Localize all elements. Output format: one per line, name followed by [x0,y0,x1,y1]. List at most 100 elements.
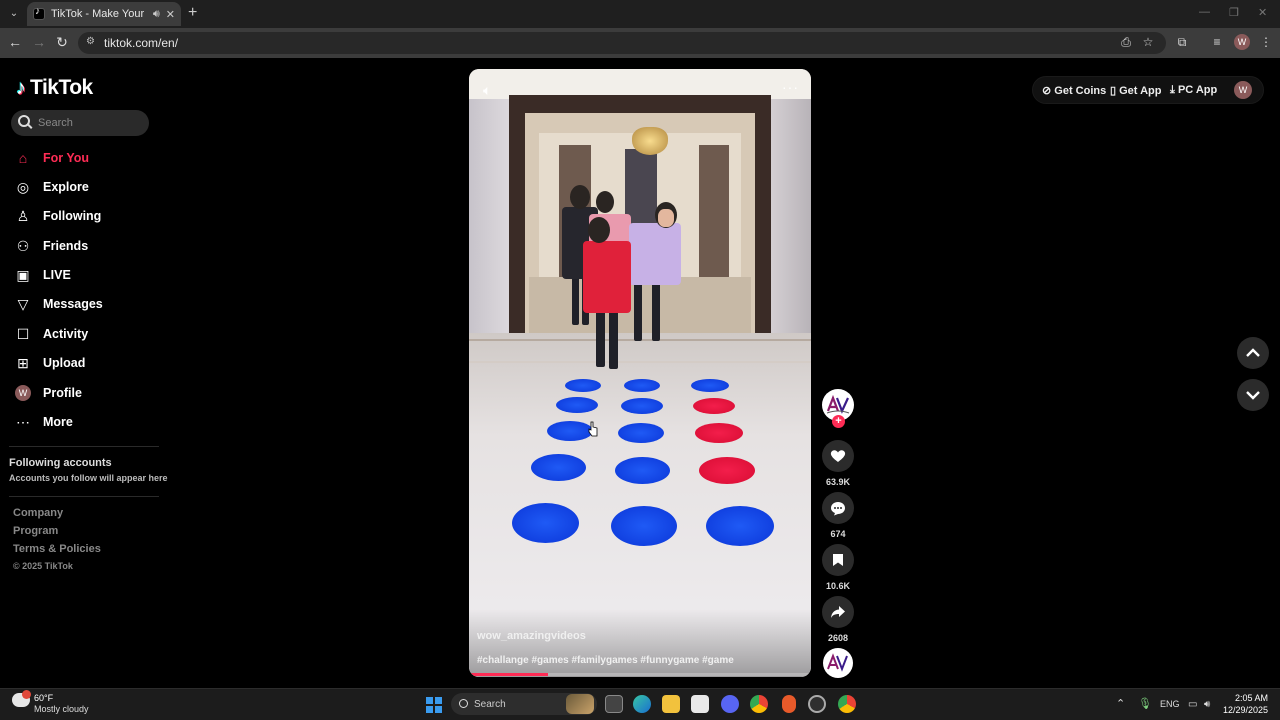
video-person-leg [652,279,660,341]
video-more-icon[interactable]: ··· [782,79,799,95]
clock-date[interactable]: 12/29/2025 [1222,705,1268,715]
chevron-up-icon [1246,348,1260,357]
store-icon[interactable] [691,695,709,713]
pc-app-button[interactable]: ⤓ PC App [1170,84,1217,97]
media-control-icon[interactable]: ≡ [1209,35,1225,49]
sidebar-item-label: More [43,415,73,429]
video-person-leg [634,279,642,341]
sidebar-item-upload[interactable]: ⊞ Upload [15,352,85,374]
sidebar-item-for-you[interactable]: ⌂ For You [15,147,89,169]
previous-video-button[interactable] [1237,337,1269,369]
maximize-icon[interactable]: ❐ [1229,6,1239,19]
tiktok-logo[interactable]: ♪ TikTok [16,76,93,100]
site-info-icon[interactable]: ⚙ [86,36,95,47]
sidebar-item-activity[interactable]: ☐ Activity [15,323,88,345]
back-icon[interactable]: ← [6,33,24,51]
obs-icon[interactable] [808,695,826,713]
edge-icon[interactable] [633,695,651,713]
volume-icon[interactable]: 🔈︎ [483,82,491,99]
compass-icon: ◎ [16,179,30,195]
screen: ⌄ TikTok - Make Your Day 🔊︎ ✕ + — ❐ ✕ ← … [0,0,1280,720]
clock-time[interactable]: 2:05 AM [1232,693,1268,703]
speaker-icon[interactable]: 🔊︎ [153,8,160,21]
comment-button[interactable] [822,492,854,524]
network-icon[interactable]: ▭ [1188,699,1197,710]
address-bar[interactable] [78,32,1166,54]
sidebar-item-label: Following [43,209,102,223]
like-count: 63.9K [825,477,851,487]
sidebar-item-explore[interactable]: ◎ Explore [15,176,89,198]
share-count: 2608 [827,633,849,643]
sidebar-item-label: Explore [43,180,89,194]
sidebar-item-following[interactable]: ♙ Following [15,205,102,227]
reload-icon[interactable]: ↻ [53,33,71,51]
chrome-profile-icon[interactable] [838,695,856,713]
language-indicator[interactable]: ENG [1160,699,1180,709]
sidebar-item-friends[interactable]: ⚇ Friends [15,235,88,257]
search-input[interactable] [11,110,149,136]
more-icon: ⋯ [16,414,30,430]
mic-tray-icon[interactable]: 🎙︎ [1138,697,1152,710]
sidebar-divider [9,446,159,447]
share-button[interactable] [822,596,854,628]
video-scene-floor-line [469,361,811,363]
browser-profile-avatar[interactable]: W [1234,34,1250,50]
new-tab-icon[interactable]: + [188,5,197,21]
tray-overflow-icon[interactable]: ⌃ [1116,697,1125,710]
footer-link-company[interactable]: Company [13,507,63,519]
video-person-head [588,217,610,243]
video-progress-bar[interactable] [469,673,811,676]
video-hashtags[interactable]: #challange #games #familygames #funnygam… [477,655,734,666]
discord-icon[interactable] [721,695,739,713]
file-explorer-icon[interactable] [662,695,680,713]
activity-icon: ☐ [16,326,30,342]
hand-cursor-icon [588,421,598,437]
floor-dot-blue [565,379,601,392]
bookmark-icon [833,554,843,566]
weather-temperature[interactable]: 60°F [34,693,53,703]
taskbar-highlight-icon[interactable] [566,694,594,714]
sidebar-item-messages[interactable]: ▽ Messages [15,293,103,315]
tab-search-icon[interactable]: ⌄ [6,6,22,22]
sidebar-item-live[interactable]: ▣ LIVE [15,264,70,286]
music-disc-avatar[interactable] [823,648,853,678]
get-coins-button[interactable]: ⊘ Get Coins [1042,84,1106,97]
install-app-icon[interactable]: ⎙ [1118,35,1134,50]
volume-tray-icon[interactable]: 🔊︎ [1204,699,1210,710]
footer-link-terms[interactable]: Terms & Policies [13,543,101,555]
footer-link-program[interactable]: Program [13,525,58,537]
follow-plus-button[interactable]: + [832,415,845,428]
extensions-icon[interactable]: ⧉ [1174,35,1190,50]
browser-menu-icon[interactable]: ⋮ [1258,35,1274,49]
url-text[interactable]: tiktok.com/en/ [104,36,178,50]
chevron-down-icon [1246,391,1260,400]
task-view-icon[interactable] [605,695,623,713]
like-button[interactable] [822,440,854,472]
share-arrow-icon [831,606,845,618]
get-app-button[interactable]: ▯ Get App [1110,84,1162,97]
next-video-button[interactable] [1237,379,1269,411]
minimize-icon[interactable]: — [1199,6,1210,18]
video-author[interactable]: wow_amazingvideos [477,630,586,642]
sidebar-item-more[interactable]: ⋯ More [15,411,73,433]
coin-icon: ⊘ [1042,85,1052,97]
browser-tab[interactable]: TikTok - Make Your Day 🔊︎ ✕ [27,2,181,26]
save-button[interactable] [822,544,854,576]
user-avatar[interactable]: W [1234,81,1252,99]
chrome-icon[interactable] [750,695,768,713]
video-person-face [658,209,674,227]
windows-start-icon[interactable] [426,697,442,713]
sidebar-item-profile[interactable]: W Profile [15,382,82,404]
window-close-icon[interactable]: ✕ [1258,6,1267,19]
video-person-boy-lavender [629,223,681,285]
tab-title: TikTok - Make Your Day [51,8,147,20]
weather-description[interactable]: Mostly cloudy [34,704,89,714]
close-icon[interactable]: ✕ [166,8,175,21]
save-count: 10.6K [825,581,851,591]
video-player[interactable]: 🔈︎ ··· wow_amazingvideos #challange #gam… [469,69,811,677]
bookmark-star-icon[interactable]: ☆ [1140,35,1156,49]
heart-icon [830,450,846,462]
forward-icon[interactable]: → [30,33,48,51]
floor-dot-blue [618,423,664,443]
microphone-app-icon[interactable] [782,695,796,713]
